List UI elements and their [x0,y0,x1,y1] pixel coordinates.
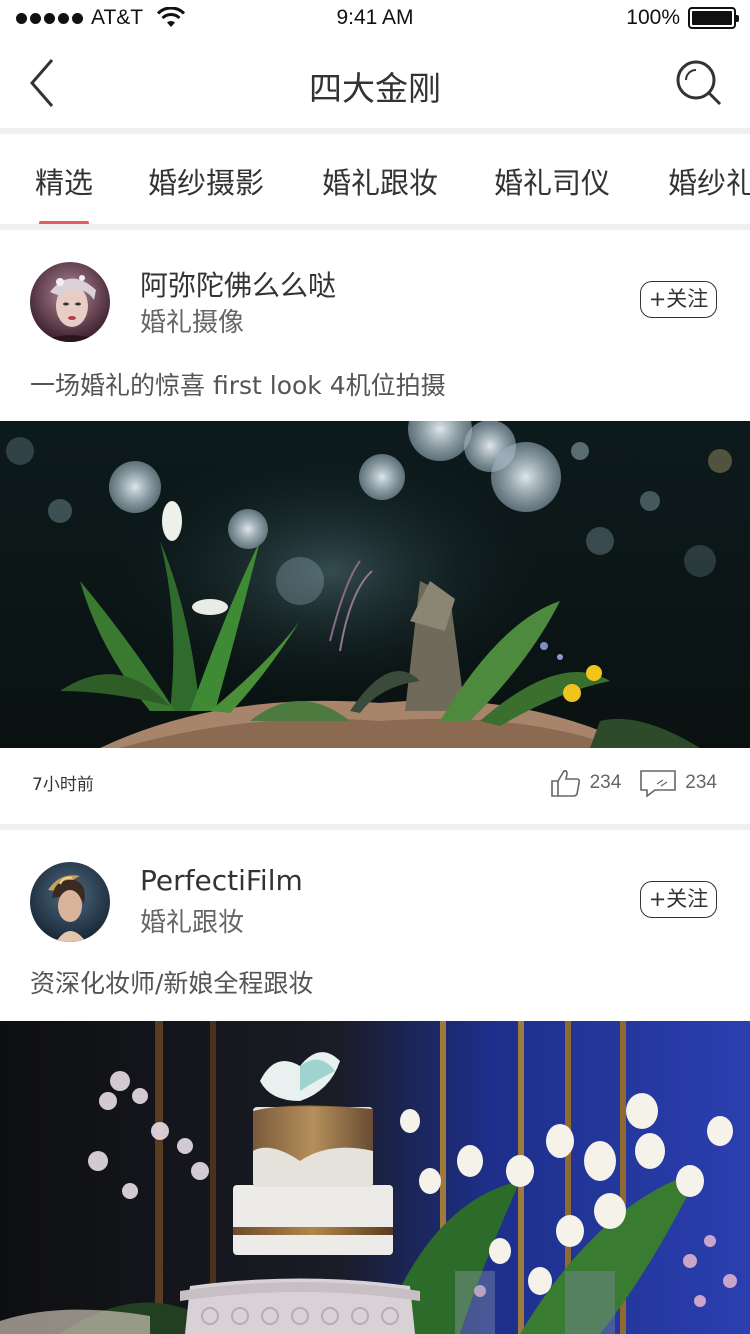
author-name[interactable]: PerfectiFilm [140,864,303,897]
tab-featured[interactable]: 精选 [35,160,93,202]
follow-button[interactable]: +关注 [640,881,717,918]
tab-wedding-photography[interactable]: 婚纱摄影 [148,160,264,202]
post-description: 一场婚礼的惊喜 first look 4机位拍摄 [30,371,446,400]
status-bar: AT&T 9:41 AM 100% [0,0,750,40]
post-description: 资深化妆师/新娘全程跟妆 [30,969,314,998]
like-count: 234 [589,772,622,793]
category-tabs: 精选 婚纱摄影 婚礼跟妆 婚礼司仪 婚纱礼 [0,134,750,224]
tab-wedding-dress[interactable]: 婚纱礼 [668,160,750,202]
post-card[interactable]: 阿弥陀佛么么哒 婚礼摄像 +关注 一场婚礼的惊喜 first look 4机位拍… [0,230,750,824]
follow-button[interactable]: +关注 [640,281,717,318]
comment-count: 234 [685,772,717,793]
post-card[interactable]: PerfectiFilm 婚礼跟妆 +关注 资深化妆师/新娘全程跟妆 [0,830,750,1334]
author-category: 婚礼跟妆 [140,908,245,938]
nav-bar: 四大金刚 [0,40,750,128]
post-image[interactable] [0,421,750,748]
tab-wedding-makeup[interactable]: 婚礼跟妆 [322,160,438,202]
post-actions: 234 234 [550,768,717,798]
author-name[interactable]: 阿弥陀佛么么哒 [140,264,336,304]
avatar[interactable] [30,262,110,342]
post-image[interactable] [0,1021,750,1334]
comment-icon[interactable] [639,768,677,798]
page-title: 四大金刚 [309,69,441,108]
thumbs-up-icon[interactable] [550,768,582,798]
battery-icon [688,7,739,29]
author-category: 婚礼摄像 [140,308,245,338]
status-right: 100% [626,6,739,30]
battery-percent: 100% [626,6,680,29]
post-time: 7小时前 [32,775,94,795]
tab-wedding-host[interactable]: 婚礼司仪 [494,160,610,202]
search-icon[interactable] [674,58,724,108]
avatar[interactable] [30,862,110,942]
